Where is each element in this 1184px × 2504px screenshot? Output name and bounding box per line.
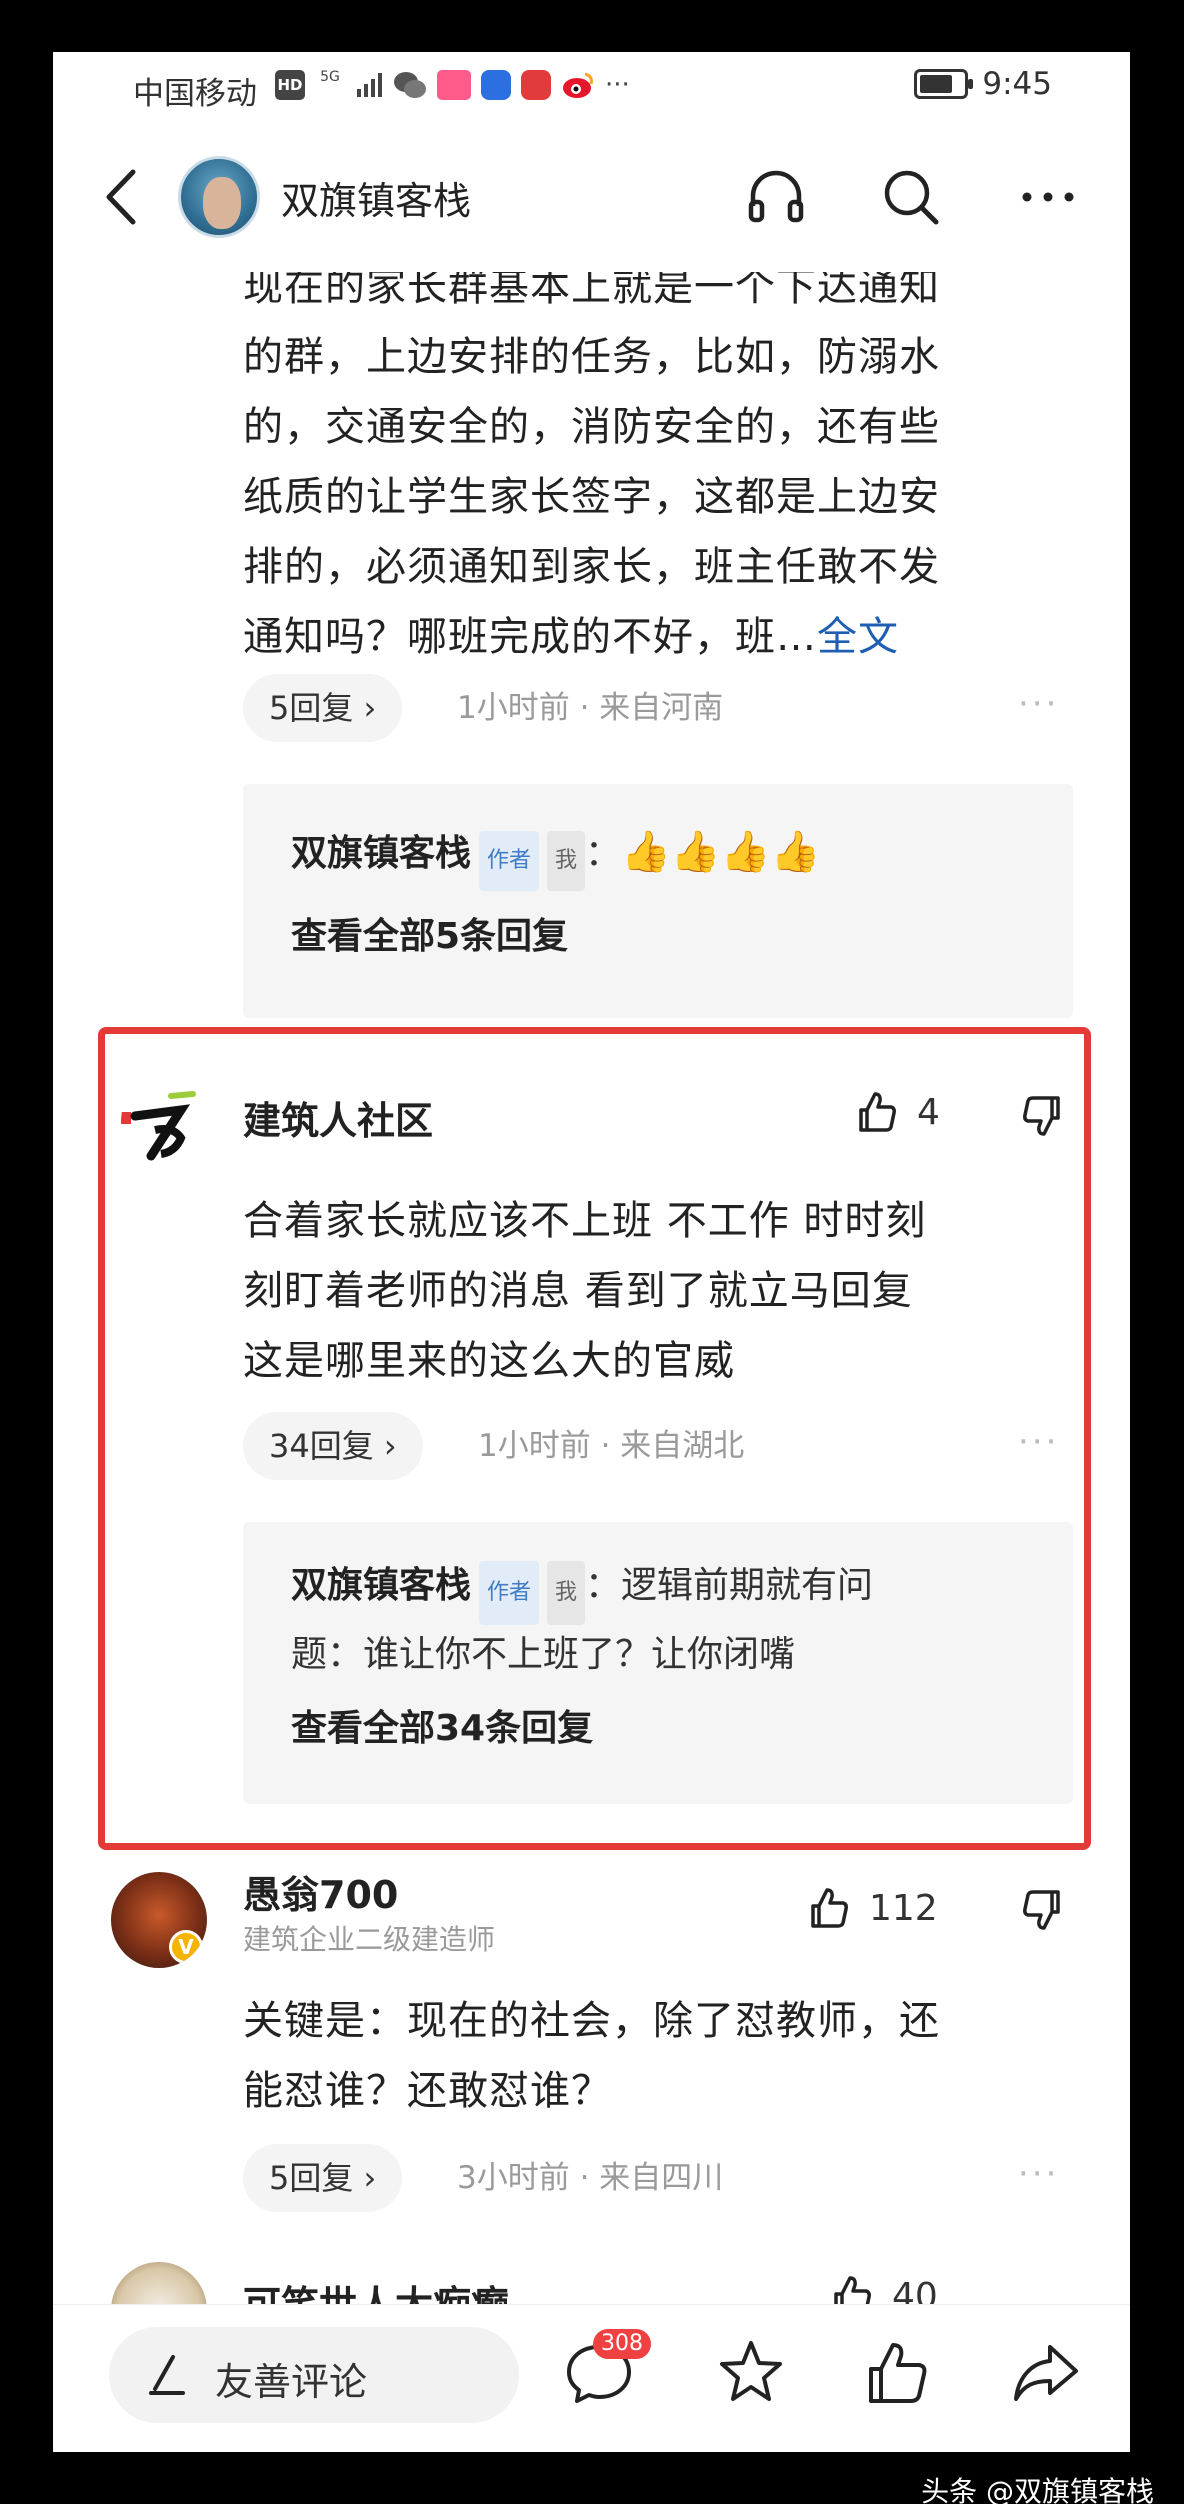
bottom-action-bar: 友善评论 308: [53, 2304, 1130, 2452]
construction-logo-icon: [121, 1091, 196, 1161]
thumbs-up-icon: [811, 1888, 848, 1928]
view-all-replies-link[interactable]: 查看全部34条回复: [291, 1699, 1025, 1751]
favorite-star-icon[interactable]: [713, 2335, 789, 2411]
more-status-icon: ···: [605, 70, 630, 100]
comment-meta: 1小时前 · 来自河南: [457, 690, 724, 726]
reply-count-button[interactable]: 5回复 ›: [243, 2144, 403, 2212]
top-nav: 双旗镇客栈: [53, 132, 1130, 272]
comment-author[interactable]: 建筑人社区: [243, 1090, 433, 1145]
author-tag: 作者: [479, 1560, 540, 1625]
comment-input[interactable]: 友善评论: [109, 2327, 519, 2423]
comment-more-icon[interactable]: ···: [1018, 2154, 1059, 2194]
reply-count-button[interactable]: 34回复 ›: [243, 1412, 423, 1480]
comment-count-badge: 308: [593, 2329, 651, 2359]
weibo-icon: [563, 72, 593, 98]
author-title: 建筑企业二级建造师: [243, 1923, 496, 1956]
watermark: 头条 @双旗镇客栈: [921, 2475, 1154, 2504]
thumbs-down-icon[interactable]: [1018, 1092, 1066, 1140]
status-icons: HD 5G ···: [275, 70, 630, 100]
me-tag: 我: [547, 1560, 586, 1625]
avatar[interactable]: V: [111, 1872, 207, 1968]
headphones-icon[interactable]: [743, 164, 809, 230]
signal-icon: [357, 73, 382, 97]
back-arrow-icon[interactable]: [95, 162, 155, 232]
like-icon[interactable]: [861, 2335, 937, 2411]
phone-screen: 中国移动 HD 5G ··· 9:45 双旗镇客栈 现在的家长群基本上就是一个下…: [53, 52, 1130, 2452]
comment-more-icon[interactable]: ···: [1018, 684, 1059, 724]
reply-preview[interactable]: 双旗镇客栈 作者我：👍👍👍👍 查看全部5条回复: [243, 784, 1073, 1018]
network-5g-icon: 5G: [320, 69, 340, 85]
comment-1-text[interactable]: 现在的家长群基本上就是一个下达通知 的群，上边安排的任务，比如，防溺水 的，交通…: [243, 252, 940, 672]
comment-meta: 3小时前 · 来自四川: [457, 2160, 724, 2196]
like-button[interactable]: 4: [853, 1088, 940, 1136]
avatar[interactable]: [121, 1076, 211, 1166]
reply-preview[interactable]: 双旗镇客栈 作者我：逻辑前期就有问 题：谁让你不上班了？让你闭嘴 查看全部34条回…: [243, 1522, 1073, 1804]
expand-full-text-link[interactable]: 全文: [817, 614, 899, 660]
comment-3-text[interactable]: 关键是：现在的社会，除了怼教师，还 能怼谁？还敢怼谁？: [243, 1986, 940, 2126]
app-blue-icon: [481, 70, 511, 100]
battery-icon: [914, 69, 974, 99]
more-options-icon[interactable]: [1015, 164, 1081, 230]
status-bar: 中国移动 HD 5G ··· 9:45: [53, 52, 1130, 132]
reply-author[interactable]: 双旗镇客栈: [291, 1565, 471, 1606]
status-right: 9:45: [914, 66, 1052, 102]
thumbs-up-icon: [859, 1092, 896, 1132]
comment-more-icon[interactable]: ···: [1018, 1422, 1059, 1462]
reply-author[interactable]: 双旗镇客栈: [291, 833, 471, 874]
app-pink-icon: [437, 70, 471, 100]
clock: 9:45: [982, 66, 1052, 102]
me-tag: 我: [547, 830, 586, 891]
app-red-book-icon: [521, 70, 551, 100]
wechat-icon: [394, 72, 426, 98]
thumbs-down-icon[interactable]: [1018, 1886, 1066, 1934]
like-button[interactable]: 112: [805, 1884, 938, 1932]
comment-2-text[interactable]: 合着家长就应该不上班 不工作 时时刻 刻盯着老师的消息 看到了就立马回复 这是哪…: [243, 1186, 926, 1396]
comment-placeholder: 友善评论: [215, 2360, 368, 2404]
hd-icon: HD: [275, 70, 305, 100]
view-all-replies-link[interactable]: 查看全部5条回复: [291, 907, 1025, 959]
comment-meta: 1小时前 · 来自湖北: [478, 1428, 745, 1464]
author-avatar[interactable]: [178, 156, 260, 238]
search-icon[interactable]: [878, 164, 944, 230]
comment-author[interactable]: 愚翁700: [243, 1864, 398, 1919]
reply-count-button[interactable]: 5回复 ›: [243, 674, 403, 742]
thumbs-up-emoji: 👍👍👍👍: [621, 829, 821, 875]
carrier-name: 中国移动: [133, 76, 257, 112]
verified-badge-icon: V: [169, 1930, 203, 1964]
page-title[interactable]: 双旗镇客栈: [281, 170, 471, 225]
author-tag: 作者: [479, 830, 540, 891]
share-icon[interactable]: [1008, 2335, 1084, 2411]
pen-icon: [149, 2355, 185, 2395]
